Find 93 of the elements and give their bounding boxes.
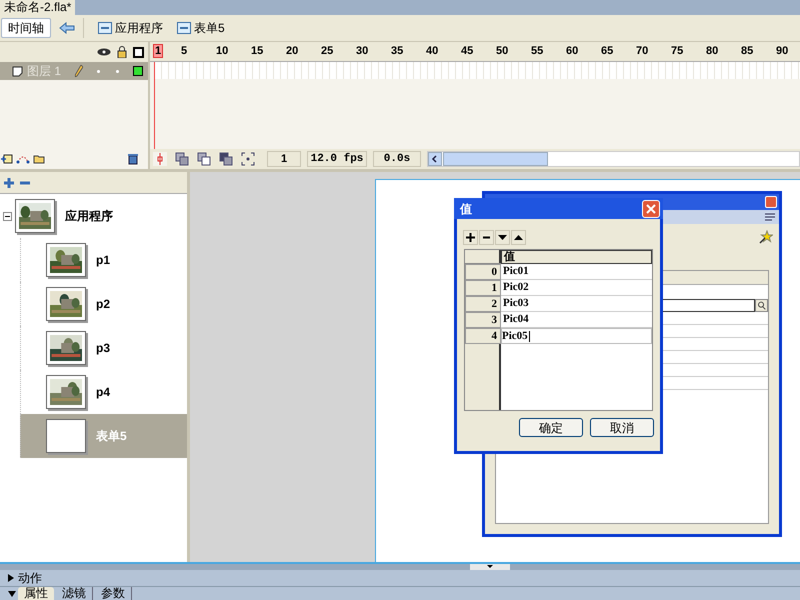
frame-number: 50: [496, 44, 510, 60]
pencil-icon: [75, 65, 83, 77]
elapsed-time-field: 0.0s: [373, 151, 421, 167]
tree-item-label: 表单5: [96, 428, 127, 445]
value-cell[interactable]: Pic04: [501, 312, 652, 328]
panel-tab[interactable]: 滤镜: [56, 587, 93, 600]
frame-number: 70: [636, 44, 650, 60]
frame-number: 55: [531, 44, 544, 60]
expand-triangle-icon[interactable]: [8, 591, 16, 597]
plus-icon: [466, 233, 475, 242]
expand-triangle-icon: [8, 574, 14, 582]
back-arrow-icon[interactable]: [59, 22, 75, 34]
frame-number: 60: [566, 44, 580, 60]
eye-icon[interactable]: [97, 48, 111, 56]
menu-icon[interactable]: [765, 213, 775, 221]
onion-skin-icon[interactable]: [219, 152, 233, 166]
value-cell[interactable]: Pic03: [501, 296, 652, 312]
edit-markers-icon[interactable]: [241, 152, 255, 166]
current-frame-field: 1: [267, 151, 301, 167]
frame-number: 35: [391, 44, 404, 60]
row-index: 1: [465, 280, 501, 296]
outline-icon[interactable]: [133, 46, 144, 58]
frame-number: 15: [251, 44, 264, 60]
timeline-button[interactable]: 时间轴: [1, 18, 51, 38]
frame-number: 90: [776, 44, 790, 60]
down-triangle-icon: [487, 565, 493, 568]
frame-number: 40: [426, 44, 440, 60]
collapse-handle[interactable]: [470, 564, 510, 570]
folder-icon[interactable]: [33, 154, 45, 164]
lock-icon[interactable]: [117, 46, 127, 58]
motion-guide-icon[interactable]: [16, 154, 30, 164]
frame-number: 5: [181, 44, 188, 60]
frame-number: 45: [461, 44, 474, 60]
screen-icon: [177, 22, 191, 34]
thumbnail: [46, 419, 86, 453]
down-arrow-button[interactable]: [495, 230, 510, 245]
frame-rate-field: 12.0 fps: [307, 151, 367, 167]
frame-number: 30: [356, 44, 370, 60]
dialog-button[interactable]: 确定: [519, 418, 583, 437]
minus-button[interactable]: [479, 230, 494, 245]
breadcrumb-link[interactable]: 应用程序: [115, 19, 163, 37]
star-wand-icon[interactable]: [759, 230, 773, 244]
collapse-toggle[interactable]: [3, 212, 12, 220]
up-arrow-button[interactable]: [511, 230, 526, 245]
tree-item-label: p2: [96, 296, 110, 313]
row-index: 3: [465, 312, 501, 328]
add-layer-icon[interactable]: [1, 154, 13, 164]
frame-number: 1: [153, 43, 164, 60]
up-arrow-icon: [514, 233, 523, 242]
close-icon[interactable]: [765, 196, 777, 208]
actions-panel-header[interactable]: 动作: [0, 570, 800, 586]
tree-item-label: p4: [96, 384, 110, 401]
value-cell[interactable]: Pic01: [501, 264, 652, 280]
frame-number: 65: [601, 44, 614, 60]
search-icon[interactable]: [755, 299, 768, 312]
plus-button[interactable]: [463, 230, 478, 245]
frame-number: 10: [216, 44, 230, 60]
frame-number: 25: [321, 44, 334, 60]
tree-item-label: p3: [96, 340, 110, 357]
tree-item-label[interactable]: 应用程序: [65, 207, 113, 225]
tree-item-label: p1: [96, 252, 110, 269]
panel-tab[interactable]: 参数: [95, 587, 132, 600]
close-button[interactable]: [642, 200, 660, 218]
value-cell[interactable]: Pic05: [501, 328, 652, 344]
frame-number: 85: [741, 44, 754, 60]
frame-number: 20: [286, 44, 300, 60]
onion-skin-icon[interactable]: [175, 152, 189, 166]
onion-skin-icon[interactable]: [197, 152, 211, 166]
center-frame-icon[interactable]: [153, 152, 167, 166]
row-index: 4: [465, 328, 501, 344]
screen-icon: [98, 22, 112, 34]
close-icon: [646, 204, 656, 214]
column-header: 值: [501, 250, 652, 264]
row-index: 0: [465, 264, 501, 280]
document-tab[interactable]: 未命名-2.fla*: [0, 0, 76, 15]
breadcrumb-link[interactable]: 表单5: [194, 19, 225, 37]
value-cell[interactable]: Pic02: [501, 280, 652, 296]
panel-tab[interactable]: 属性: [18, 587, 54, 600]
horizontal-scrollbar[interactable]: [427, 151, 800, 167]
frame-number: 75: [671, 44, 684, 60]
frame-cells[interactable]: [155, 62, 800, 79]
dialog-button[interactable]: 取消: [590, 418, 654, 437]
row-index: 2: [465, 296, 501, 312]
frame-number: 80: [706, 44, 720, 60]
plus-icon[interactable]: [3, 176, 15, 188]
dialog-title: 值: [460, 200, 472, 218]
layer-name: 图层 1: [27, 63, 62, 80]
layer-icon: [12, 66, 23, 76]
layer-color-icon[interactable]: [133, 66, 143, 76]
trash-icon[interactable]: [128, 153, 138, 165]
scroll-thumb[interactable]: [443, 152, 548, 166]
down-arrow-icon: [498, 233, 507, 242]
scroll-left-icon[interactable]: [428, 152, 442, 166]
